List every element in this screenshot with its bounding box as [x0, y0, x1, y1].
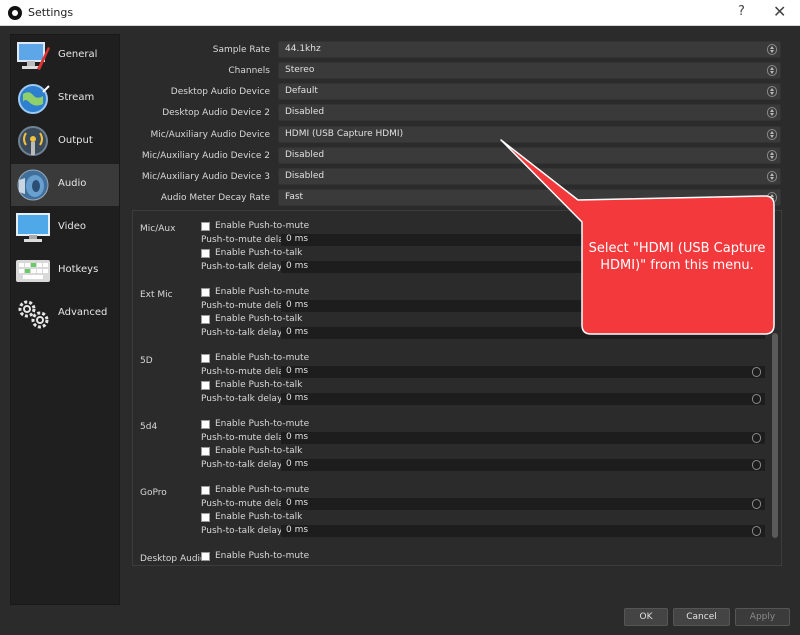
- ok-button[interactable]: OK: [624, 608, 668, 626]
- channels-value: Stereo: [285, 65, 315, 75]
- sidebar-item-label: Advanced: [58, 307, 108, 318]
- push-to-mute-delay-label: Push-to-mute delay: [201, 367, 290, 377]
- general-icon: [17, 42, 50, 70]
- globe-icon: [18, 84, 50, 114]
- gears-icon: [18, 300, 49, 329]
- cancel-button[interactable]: Cancel: [673, 608, 730, 626]
- channels-label: Channels: [228, 66, 270, 76]
- checkbox-icon: [201, 447, 210, 456]
- sidebar-item-label: General: [58, 49, 98, 60]
- push-to-mute-delay-input[interactable]: 0 ms: [281, 432, 765, 444]
- sidebar-item-general[interactable]: General: [11, 35, 119, 77]
- device-label-mic-aux: Mic/Aux: [140, 224, 176, 234]
- sidebar-item-video[interactable]: Video: [11, 207, 119, 249]
- desktop-audio-device-label: Desktop Audio Device: [170, 87, 270, 97]
- updown-arrows-icon: [752, 394, 761, 404]
- updown-arrows-icon: [752, 499, 761, 509]
- push-to-mute-delay-label: Push-to-mute delay: [201, 499, 290, 509]
- checkbox-icon: [201, 513, 210, 522]
- sidebar-item-output[interactable]: Output: [11, 121, 119, 163]
- sidebar-item-label: Stream: [58, 92, 95, 103]
- sidebar-item-advanced[interactable]: Advanced: [11, 293, 119, 335]
- sidebar-item-label: Output: [58, 135, 93, 146]
- scrollbar-thumb[interactable]: [772, 333, 778, 538]
- desktop-audio-device-select[interactable]: Default: [278, 83, 781, 100]
- speaker-icon: [17, 169, 49, 201]
- checkbox-icon: [201, 420, 210, 429]
- checkbox-icon: [201, 249, 210, 258]
- close-button[interactable]: ✕: [773, 2, 786, 21]
- sidebar-item-label: Hotkeys: [58, 264, 99, 275]
- device-label-5d4: 5d4: [140, 422, 158, 432]
- push-to-talk-delay-input[interactable]: 0 ms: [281, 525, 765, 537]
- title-bar: Settings ? ✕: [0, 0, 800, 26]
- meter-decay-rate-label: Audio Meter Decay Rate: [160, 193, 270, 203]
- mic-aux-device-2-value: Disabled: [285, 150, 325, 160]
- mic-aux-device-3-value: Disabled: [285, 171, 325, 181]
- apply-button[interactable]: Apply: [735, 608, 790, 626]
- sidebar-item-hotkeys[interactable]: Hotkeys: [11, 250, 119, 292]
- checkbox-icon: [201, 222, 210, 231]
- sample-rate-value: 44.1khz: [285, 44, 321, 54]
- updown-arrows-icon: [752, 367, 761, 377]
- mic-aux-device-value: HDMI (USB Capture HDMI): [285, 129, 404, 139]
- meter-decay-rate-value: Fast: [285, 192, 304, 202]
- push-to-talk-delay-label: Push-to-talk delay: [201, 460, 283, 470]
- monitor-icon: [16, 213, 50, 242]
- desktop-audio-device-2-value: Disabled: [285, 107, 325, 117]
- push-to-mute-delay-input[interactable]: 0 ms: [281, 498, 765, 510]
- sidebar-item-label: Audio: [58, 178, 87, 189]
- sidebar-item-audio[interactable]: Audio: [11, 164, 119, 206]
- desktop-audio-device-2-select[interactable]: Disabled: [278, 104, 781, 121]
- mic-aux-device-3-label: Mic/Auxiliary Audio Device 3: [141, 172, 270, 182]
- settings-sidebar: General Stream Output Audio Video Hotkey…: [10, 34, 120, 605]
- updown-arrows-icon: [752, 526, 761, 536]
- push-to-talk-delay-input[interactable]: 0 ms: [281, 393, 765, 405]
- updown-arrows-icon: [767, 107, 777, 118]
- mic-aux-device-label: Mic/Auxiliary Audio Device: [150, 130, 270, 140]
- obs-logo-icon: [8, 6, 22, 20]
- updown-arrows-icon: [752, 460, 761, 470]
- push-to-mute-delay-label: Push-to-mute delay: [201, 301, 290, 311]
- sidebar-item-stream[interactable]: Stream: [11, 78, 119, 120]
- updown-arrows-icon: [767, 65, 777, 76]
- desktop-audio-device-value: Default: [285, 86, 318, 96]
- broadcast-icon: [18, 126, 48, 156]
- keyboard-icon: [16, 260, 50, 282]
- checkbox-icon: [201, 381, 210, 390]
- sample-rate-label: Sample Rate: [212, 45, 270, 55]
- device-label-desktop-audio: Desktop Audio: [140, 554, 206, 564]
- checkbox-icon: [201, 288, 210, 297]
- device-label-gopro: GoPro: [140, 488, 167, 498]
- push-to-talk-delay-label: Push-to-talk delay: [201, 262, 283, 272]
- annotation-callout: [500, 139, 775, 335]
- annotation-text: Select "HDMI (USB Capture HDMI)" from th…: [588, 241, 766, 273]
- push-to-talk-delay-label: Push-to-talk delay: [201, 394, 283, 404]
- push-to-talk-delay-label: Push-to-talk delay: [201, 526, 283, 536]
- push-to-talk-delay-label: Push-to-talk delay: [201, 328, 283, 338]
- desktop-audio-device-2-label: Desktop Audio Device 2: [162, 108, 270, 118]
- updown-arrows-icon: [752, 433, 761, 443]
- checkbox-icon: [201, 486, 210, 495]
- channels-select[interactable]: Stereo: [278, 62, 781, 79]
- device-label-ext-mic: Ext Mic: [140, 290, 173, 300]
- checkbox-icon: [201, 315, 210, 324]
- mic-aux-device-2-label: Mic/Auxiliary Audio Device 2: [141, 151, 270, 161]
- sample-rate-select[interactable]: 44.1khz: [278, 41, 781, 58]
- checkbox-icon: [201, 354, 210, 363]
- sidebar-item-label: Video: [58, 221, 87, 232]
- push-to-mute-delay-label: Push-to-mute delay: [201, 235, 290, 245]
- checkbox-icon: [201, 552, 210, 561]
- device-label-5d: 5D: [140, 356, 153, 366]
- push-to-mute-delay-input[interactable]: 0 ms: [281, 366, 765, 378]
- updown-arrows-icon: [767, 44, 777, 55]
- updown-arrows-icon: [767, 86, 777, 97]
- push-to-mute-delay-label: Push-to-mute delay: [201, 433, 290, 443]
- window-title: Settings: [28, 6, 74, 19]
- help-button[interactable]: ?: [738, 4, 745, 19]
- push-to-talk-delay-input[interactable]: 0 ms: [281, 459, 765, 471]
